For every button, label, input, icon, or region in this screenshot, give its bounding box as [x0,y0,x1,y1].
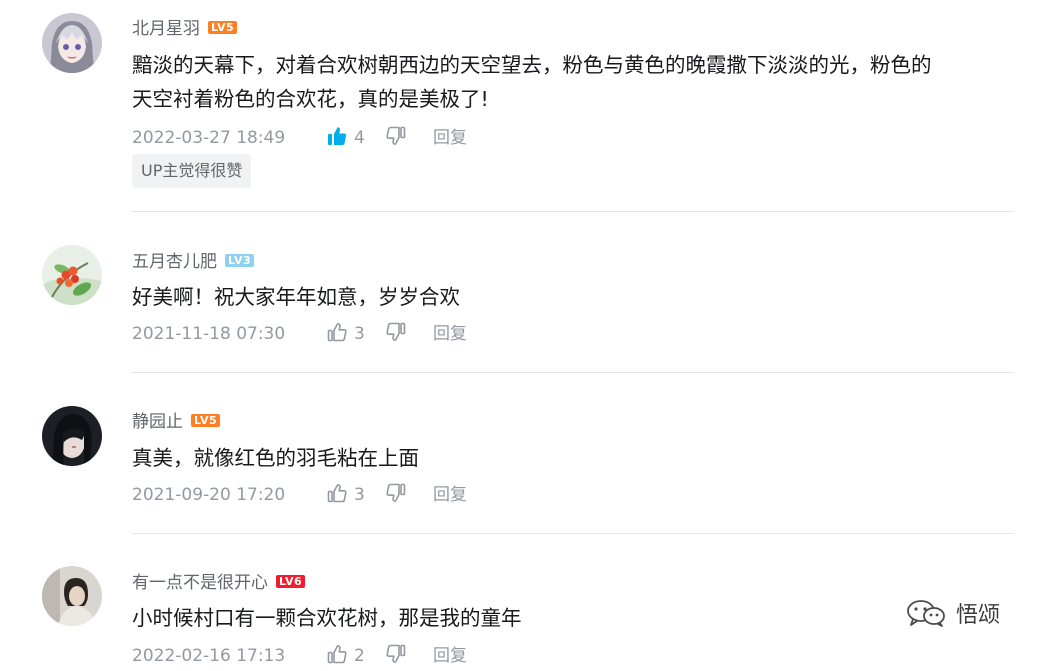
comment-meta: 2022-03-27 18:49 4 回复 [132,125,467,149]
thumbs-up-icon[interactable] [326,482,348,504]
comment-date: 2022-02-16 17:13 [132,646,286,666]
reply-button[interactable]: 回复 [433,645,467,667]
comment-meta: 2021-09-20 17:20 3 回复 [132,482,467,506]
avatar[interactable] [42,566,102,626]
divider [132,533,1014,534]
like-count: 4 [354,128,365,148]
comment-text: 好美啊！祝大家年年如意，岁岁合欢 [132,285,460,309]
avatar[interactable] [42,13,102,73]
like-count: 3 [354,324,365,344]
level-badge: LV6 [276,574,306,588]
thumbs-down-icon[interactable] [385,643,407,665]
divider [132,372,1014,373]
thumbs-down-icon[interactable] [385,125,407,147]
like-count: 3 [354,485,365,505]
up-liked-badge: UP主觉得很赞 [132,154,252,188]
comment-text: 真美，就像红色的羽毛粘在上面 [132,446,419,470]
thumbs-down-icon[interactable] [385,482,407,504]
username[interactable]: 有一点不是很开心 LV6 [132,572,306,594]
thumbs-up-icon[interactable] [326,125,348,147]
watermark-text: 悟颂 [956,603,1001,628]
level-badge: LV5 [191,413,221,427]
avatar[interactable] [42,406,102,466]
like-count: 2 [354,646,365,666]
comment-text: 黯淡的天幕下，对着合欢树朝西边的天空望去，粉色与黄色的晚霞撒下淡淡的光，粉色的 … [132,53,932,111]
reply-button[interactable]: 回复 [433,127,467,149]
comment-meta: 2022-02-16 17:13 2 回复 [132,643,467,667]
comment-date: 2021-09-20 17:20 [132,485,286,505]
divider [132,211,1014,212]
wechat-icon [907,600,945,627]
thumbs-up-icon[interactable] [326,321,348,343]
comment-text: 小时候村口有一颗合欢花树，那是我的童年 [132,606,522,630]
reply-button[interactable]: 回复 [433,484,467,506]
username[interactable]: 五月杏儿肥 LV3 [132,251,255,273]
thumbs-up-icon[interactable] [326,643,348,665]
level-badge: LV5 [208,20,238,34]
comment-meta: 2021-11-18 07:30 3 回复 [132,321,467,345]
avatar[interactable] [42,245,102,305]
comment-date: 2021-11-18 07:30 [132,324,286,344]
comment-date: 2022-03-27 18:49 [132,128,286,148]
username[interactable]: 静园止 LV5 [132,411,221,433]
username[interactable]: 北月星羽 LV5 [132,18,238,40]
thumbs-down-icon[interactable] [385,321,407,343]
watermark: 悟颂 [906,598,1000,628]
reply-button[interactable]: 回复 [433,323,467,345]
level-badge: LV3 [225,253,255,267]
